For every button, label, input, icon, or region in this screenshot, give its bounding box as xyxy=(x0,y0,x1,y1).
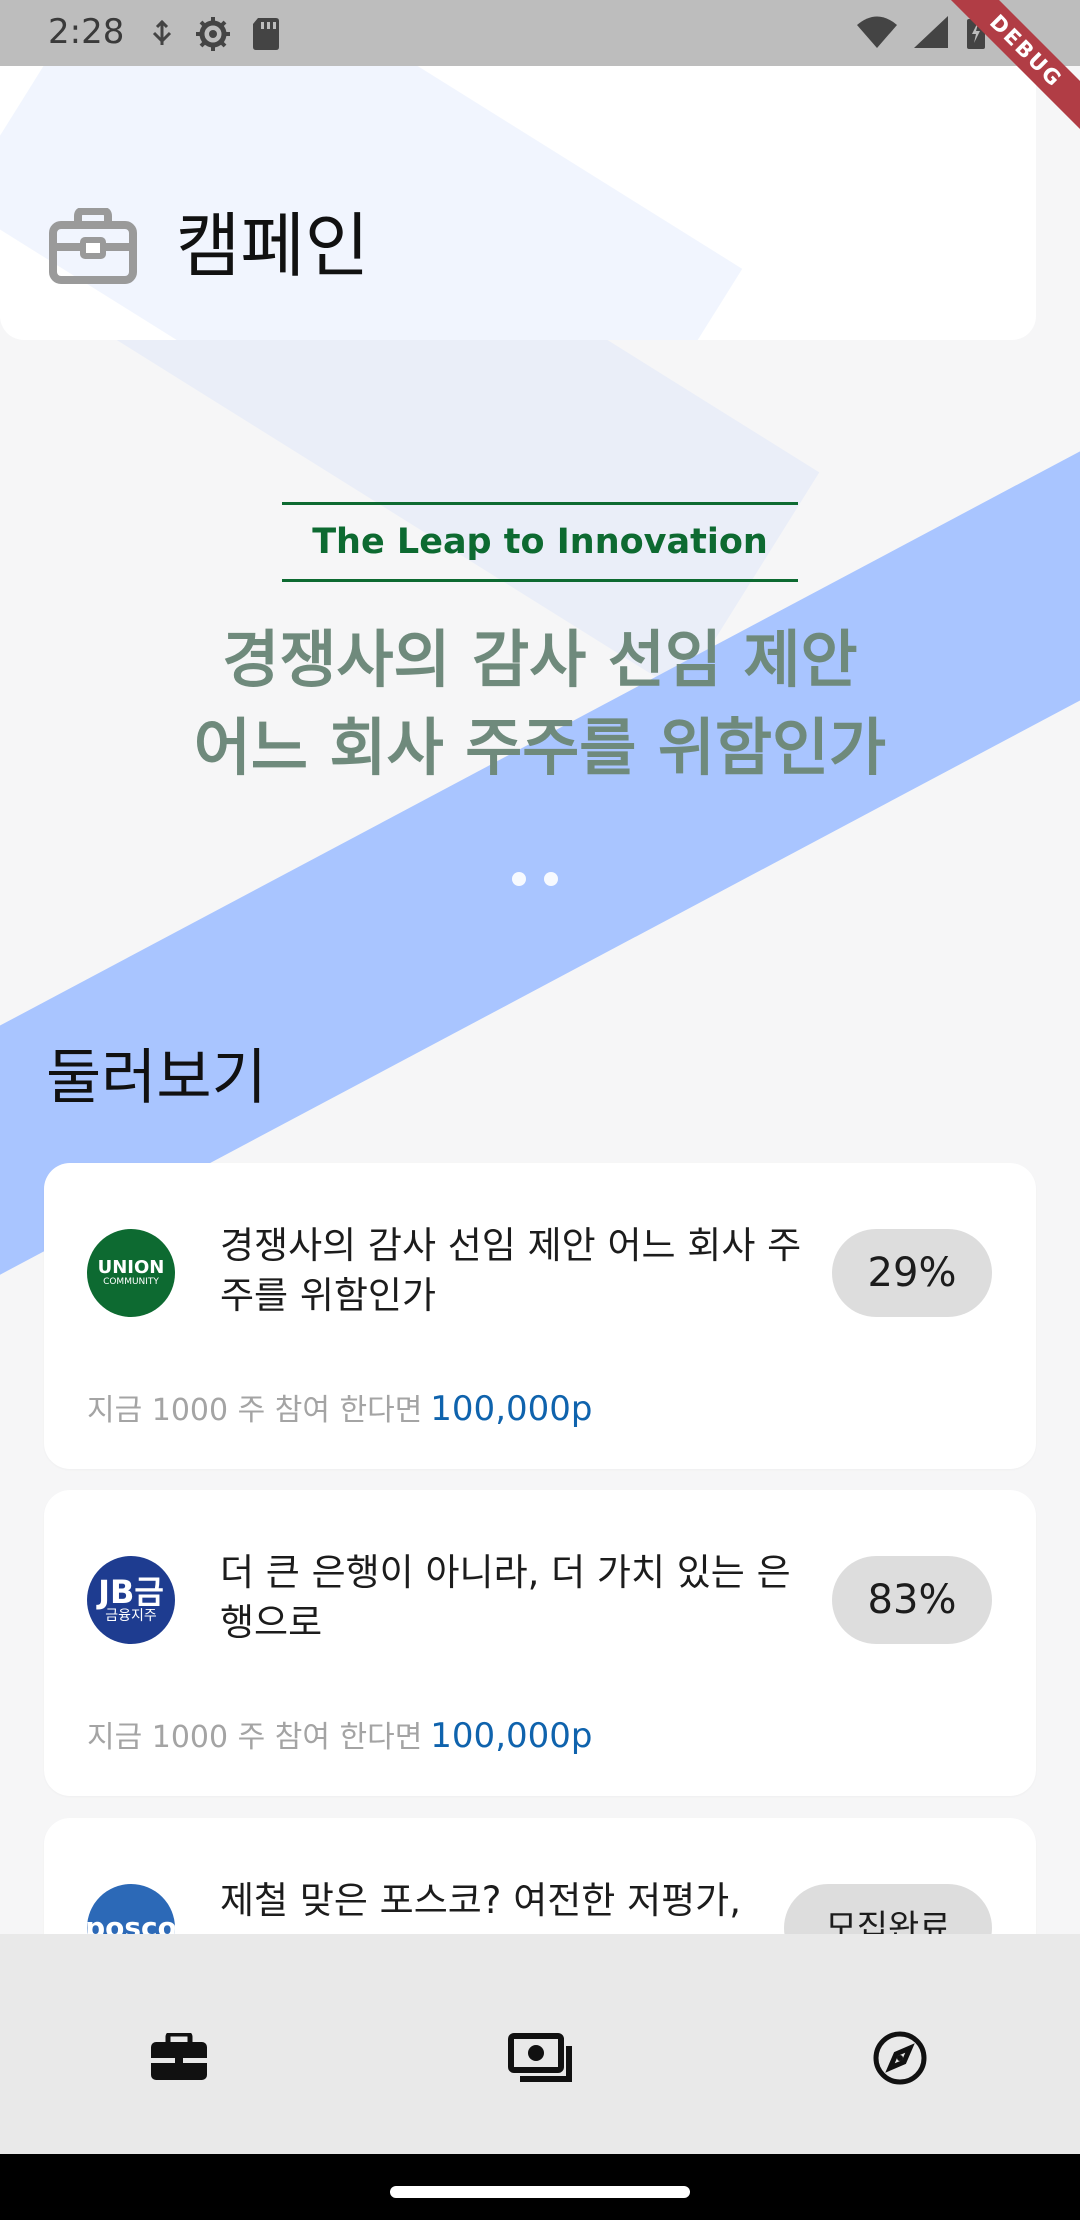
status-left-icons xyxy=(150,15,280,53)
logo-subtext: 금융지주 xyxy=(105,1608,157,1624)
briefcase-icon xyxy=(49,208,137,284)
union-community-logo: UNION COMMUNITY xyxy=(87,1229,175,1317)
nav-points[interactable] xyxy=(500,2026,580,2090)
reward-info: 지금 1000 주 참여 한다면 100,000p xyxy=(87,1716,592,1758)
campaign-screen: 2:28 DEBUG 캠페인 The Leap to Innovation 경쟁… xyxy=(0,0,1080,2220)
banner-subtitle-frame: The Leap to Innovation xyxy=(282,502,798,582)
campaign-title: 경쟁사의 감사 선임 제안 어느 회사 주주를 위함인가 xyxy=(220,1224,802,1317)
logo-subtext: COMMUNITY xyxy=(103,1277,159,1287)
campaign-card[interactable]: UNION COMMUNITY 경쟁사의 감사 선임 제안 어느 회사 주주를 … xyxy=(44,1163,1036,1469)
briefcase-icon xyxy=(151,2033,207,2080)
money-stack-icon xyxy=(508,2033,572,2082)
jb-financial-logo: JB금 금융지주 xyxy=(87,1556,175,1644)
reward-prefix: 지금 1000 주 참여 한다면 xyxy=(87,1720,423,1755)
reward-points: 100,000p xyxy=(430,1389,593,1429)
location-arrow-icon xyxy=(152,19,172,45)
status-bar: 2:28 xyxy=(0,0,1080,66)
nav-campaign[interactable] xyxy=(139,2026,219,2090)
participation-percent-badge: 83% xyxy=(832,1556,992,1644)
compass-icon xyxy=(873,2031,927,2085)
browse-title: 둘러보기 xyxy=(46,1043,267,1113)
status-right-icons xyxy=(856,14,988,50)
signal-icon xyxy=(914,16,948,48)
page-dot xyxy=(544,872,558,886)
gesture-navigation-bar xyxy=(0,2154,1080,2220)
reward-prefix: 지금 1000 주 참여 한다면 xyxy=(87,1393,423,1428)
wifi-icon xyxy=(857,16,897,48)
logo-text: UNION xyxy=(97,1257,165,1278)
campaign-header: 캠페인 xyxy=(0,66,1036,340)
campaign-card[interactable]: JB금 금융지주 더 큰 은행이 아니라, 더 가치 있는 은행으로 83% 지… xyxy=(44,1490,1036,1796)
campaign-title: 제철 맞은 포스코? 여전한 저평가, xyxy=(220,1879,741,1922)
campaign-title: 더 큰 은행이 아니라, 더 가치 있는 은행으로 xyxy=(220,1551,791,1644)
participation-percent-badge: 29% xyxy=(832,1229,992,1317)
page-title: 캠페인 xyxy=(176,205,370,287)
banner-title: 경쟁사의 감사 선임 제안 어느 회사 주주를 위함인가 xyxy=(193,623,887,784)
page-dot-active xyxy=(512,872,526,886)
banner-page-indicator xyxy=(512,872,558,886)
nav-explore[interactable] xyxy=(860,2026,940,2090)
reward-points: 100,000p xyxy=(430,1716,593,1756)
settings-icon xyxy=(196,17,230,51)
status-time: 2:28 xyxy=(48,12,125,52)
reward-info: 지금 1000 주 참여 한다면 100,000p xyxy=(87,1389,592,1431)
home-indicator[interactable] xyxy=(390,2186,690,2198)
sd-card-icon xyxy=(253,18,279,50)
logo-text: JB금 xyxy=(98,1573,164,1611)
banner-subtitle: The Leap to Innovation xyxy=(312,522,768,562)
campaign-banner[interactable]: The Leap to Innovation 경쟁사의 감사 선임 제안 어느 … xyxy=(0,340,1080,886)
bottom-navigation xyxy=(0,1934,1080,2154)
